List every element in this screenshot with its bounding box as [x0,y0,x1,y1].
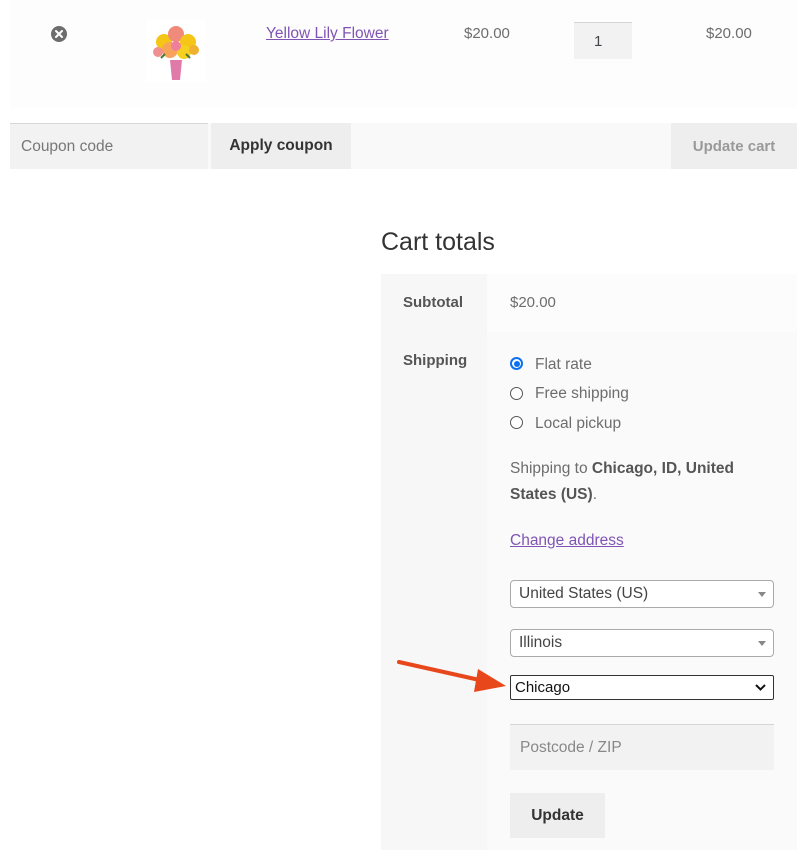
coupon-code-input[interactable] [10,123,208,169]
shipping-destination-suffix: . [592,486,597,503]
city-select-value: Chicago [515,679,571,696]
cart-item-row: Yellow Lily Flower $20.00 $20.00 [10,0,797,108]
product-thumbnail[interactable] [146,20,206,82]
shipping-label: Shipping [403,352,468,369]
quantity-input[interactable] [574,22,632,59]
postcode-input[interactable] [510,724,774,770]
country-select-value: United States (US) [519,585,649,602]
shipping-option-label: Flat rate [535,355,592,373]
cart-page: Yellow Lily Flower $20.00 $20.00 Apply c… [0,0,812,850]
dropdown-arrow-icon [758,641,766,646]
close-icon [55,30,63,38]
subtotal-value: $20.00 [510,294,556,311]
update-cart-button[interactable]: Update cart [671,123,797,169]
product-price: $20.00 [464,25,510,42]
radio-flat-rate[interactable] [510,357,523,371]
radio-free-shipping[interactable] [510,386,523,400]
change-address-link[interactable]: Change address [510,532,624,550]
state-select-value: Illinois [519,634,563,651]
shipping-option-flat-rate[interactable]: Flat rate [510,350,629,380]
shipping-option-label: Local pickup [535,414,622,432]
radio-local-pickup[interactable] [510,416,523,430]
chevron-down-icon [755,684,766,691]
subtotal-label: Subtotal [403,294,463,311]
product-subtotal: $20.00 [706,25,752,42]
shipping-option-local-pickup[interactable]: Local pickup [510,409,629,439]
cart-totals-table: Subtotal $20.00 Shipping Flat rate Free … [381,274,797,850]
shipping-destination-prefix: Shipping to [510,460,592,477]
cart-actions: Apply coupon Update cart [10,123,797,169]
apply-coupon-button[interactable]: Apply coupon [211,123,351,169]
city-select[interactable]: Chicago [510,675,774,700]
cart-totals-title: Cart totals [381,228,495,256]
product-name-link[interactable]: Yellow Lily Flower [266,25,389,43]
dropdown-arrow-icon [758,592,766,597]
shipping-option-label: Free shipping [535,385,629,403]
country-select[interactable]: United States (US) [510,580,774,608]
shipping-methods: Flat rate Free shipping Local pickup [510,350,629,439]
state-select[interactable]: Illinois [510,629,774,657]
update-shipping-button[interactable]: Update [510,793,605,838]
shipping-option-free-shipping[interactable]: Free shipping [510,380,629,410]
annotation-arrow-icon [397,660,506,692]
remove-item-button[interactable] [51,26,67,42]
shipping-destination: Shipping to Chicago, ID, United States (… [510,456,780,508]
